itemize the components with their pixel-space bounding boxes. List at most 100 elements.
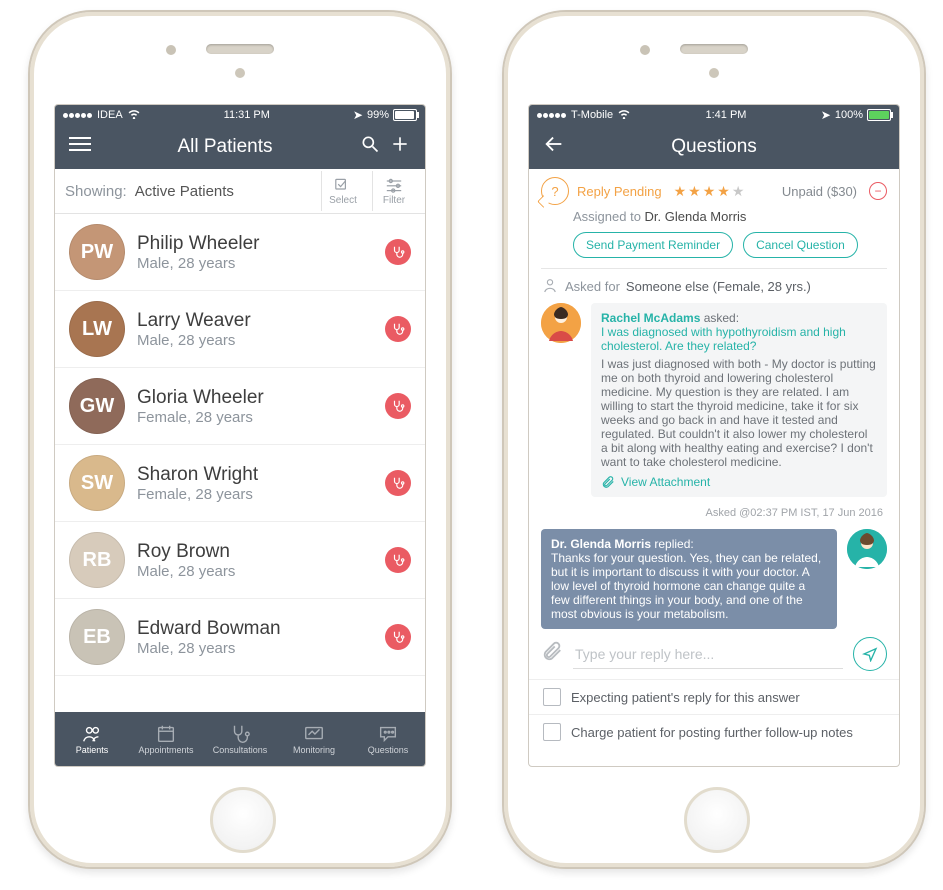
tab-monitoring[interactable]: Monitoring: [277, 723, 351, 755]
select-icon: [333, 177, 353, 193]
question-bubble-icon: ?: [541, 177, 569, 205]
attach-button[interactable]: [541, 640, 563, 668]
stethoscope-icon[interactable]: [385, 239, 411, 265]
tab-appointments[interactable]: Appointments: [129, 723, 203, 755]
filter-button[interactable]: Filter: [372, 171, 415, 211]
location-icon: ➤: [353, 108, 363, 122]
patient-avatar: LW: [69, 301, 125, 357]
send-icon: [862, 646, 878, 662]
cancel-question-button[interactable]: Cancel Question: [743, 232, 858, 258]
header-bar: All Patients: [55, 125, 425, 169]
asker-avatar: [541, 303, 581, 343]
patient-avatar: SW: [69, 455, 125, 511]
location-icon: ➤: [821, 108, 831, 122]
patient-row[interactable]: SW Sharon Wright Female, 28 years: [55, 445, 425, 522]
tab-bar: Patients Appointments Consultations Moni…: [55, 712, 425, 766]
payment-status: Unpaid ($30): [782, 184, 857, 199]
patient-row[interactable]: LW Larry Weaver Male, 28 years: [55, 291, 425, 368]
stethoscope-icon[interactable]: [385, 624, 411, 650]
page-title: Questions: [569, 136, 859, 158]
patient-row[interactable]: EB Edward Bowman Male, 28 years: [55, 599, 425, 676]
assigned-to: Assigned to Dr. Glenda Morris: [529, 209, 899, 232]
search-icon: [360, 134, 380, 154]
status-bar: T-Mobile 1:41 PM ➤ 100%: [529, 105, 899, 125]
reply-input[interactable]: [573, 640, 843, 669]
add-button[interactable]: [385, 134, 415, 160]
battery-pct: 100%: [835, 109, 863, 121]
star-icon: ★: [732, 183, 745, 200]
patient-sub: Male, 28 years: [137, 640, 281, 657]
search-button[interactable]: [355, 134, 385, 160]
question-message: Rachel McAdams asked: I was diagnosed wi…: [541, 303, 887, 497]
carrier-label: T-Mobile: [571, 109, 613, 121]
option-row[interactable]: Expecting patient's reply for this answe…: [529, 679, 899, 714]
home-button[interactable]: [684, 787, 750, 853]
asked-timestamp: Asked @02:37 PM IST, 17 Jun 2016: [541, 507, 887, 519]
question-topic: I was diagnosed with hypothyroidism and …: [601, 325, 877, 353]
filter-bar: Showing: Active Patients Select Filter: [55, 169, 425, 214]
paperclip-icon: [601, 475, 615, 489]
patient-sub: Female, 28 years: [137, 486, 258, 503]
patient-row[interactable]: PW Philip Wheeler Male, 28 years: [55, 214, 425, 291]
hamburger-icon: [69, 133, 91, 155]
phone-frame-left: IDEA 11:31 PM ➤ 99% All Patients: [28, 10, 452, 869]
battery-icon: [393, 109, 417, 121]
patient-list[interactable]: PW Philip Wheeler Male, 28 years LW Larr…: [55, 214, 425, 712]
select-button[interactable]: Select: [321, 171, 364, 211]
reply-pending-label: Reply Pending: [577, 184, 662, 199]
battery-fill-right: [869, 111, 889, 119]
consultations-icon: [227, 723, 253, 745]
asker-name: Rachel McAdams: [601, 311, 700, 325]
question-body: I was just diagnosed with both - My doct…: [601, 357, 877, 469]
showing-value[interactable]: Active Patients: [135, 183, 234, 200]
send-reminder-button[interactable]: Send Payment Reminder: [573, 232, 733, 258]
send-button[interactable]: [853, 637, 887, 671]
page-title: All Patients: [95, 136, 355, 158]
status-bar: IDEA 11:31 PM ➤ 99%: [55, 105, 425, 125]
doctor-avatar: [847, 529, 887, 569]
option-row[interactable]: Charge patient for posting further follo…: [529, 714, 899, 749]
reply-message: Dr. Glenda Morris replied: Thanks for yo…: [541, 529, 887, 629]
patient-sub: Male, 28 years: [137, 563, 235, 580]
tab-consultations[interactable]: Consultations: [203, 723, 277, 755]
question-meta-bar: ? Reply Pending ★★★★★ Unpaid ($30) −: [529, 169, 899, 209]
tab-questions[interactable]: Questions: [351, 723, 425, 755]
tab-patients[interactable]: Patients: [55, 723, 129, 755]
stethoscope-icon[interactable]: [385, 470, 411, 496]
wifi-icon: [617, 108, 631, 122]
remove-icon[interactable]: −: [869, 182, 887, 200]
star-icon: ★: [688, 183, 701, 200]
patients-icon: [79, 723, 105, 745]
clock-label: 11:31 PM: [224, 109, 270, 121]
view-attachment-link[interactable]: View Attachment: [601, 475, 877, 489]
stethoscope-icon[interactable]: [385, 547, 411, 573]
stethoscope-icon[interactable]: [385, 316, 411, 342]
star-icon: ★: [703, 183, 716, 200]
star-icon: ★: [674, 183, 687, 200]
phone-frame-right: T-Mobile 1:41 PM ➤ 100% Questions: [502, 10, 926, 869]
patient-name: Larry Weaver: [137, 310, 251, 332]
menu-button[interactable]: [65, 133, 95, 161]
checkbox-icon[interactable]: [543, 723, 561, 741]
back-button[interactable]: [539, 133, 569, 161]
patient-name: Edward Bowman: [137, 618, 281, 640]
clock-label: 1:41 PM: [706, 109, 747, 121]
compose-row: [529, 629, 899, 679]
patient-row[interactable]: GW Gloria Wheeler Female, 28 years: [55, 368, 425, 445]
reply-body: Thanks for your question. Yes, they can …: [551, 551, 827, 621]
user-icon: [541, 277, 559, 295]
doctor-name: Dr. Glenda Morris: [551, 537, 651, 551]
filter-icon: [384, 177, 404, 193]
patient-avatar: EB: [69, 609, 125, 665]
home-button[interactable]: [210, 787, 276, 853]
rating-stars: ★★★★★: [674, 183, 745, 200]
stethoscope-icon[interactable]: [385, 393, 411, 419]
patient-avatar: PW: [69, 224, 125, 280]
patient-name: Roy Brown: [137, 541, 235, 563]
patient-avatar: RB: [69, 532, 125, 588]
patient-row[interactable]: RB Roy Brown Male, 28 years: [55, 522, 425, 599]
plus-icon: [390, 134, 410, 154]
checkbox-icon[interactable]: [543, 688, 561, 706]
patient-sub: Female, 28 years: [137, 409, 264, 426]
paperclip-icon: [541, 640, 563, 662]
